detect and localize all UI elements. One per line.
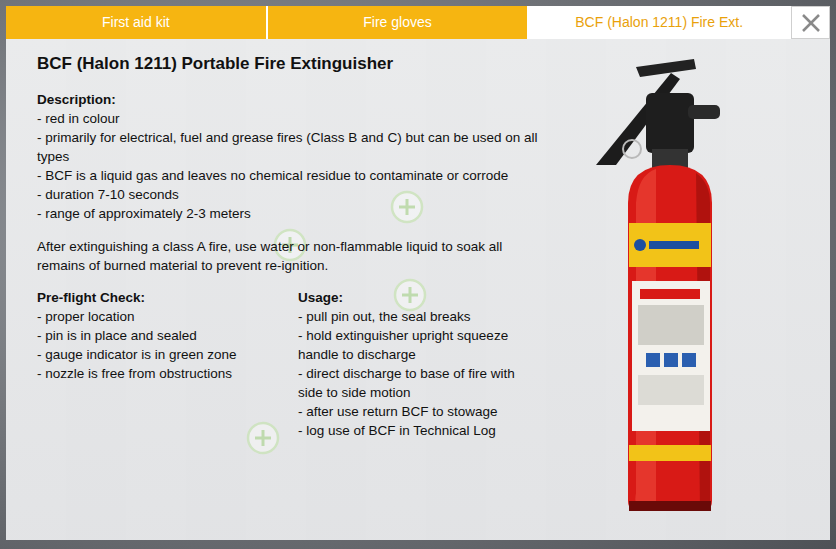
section-heading: Usage: bbox=[298, 288, 538, 307]
tab[interactable]: Fire gloves bbox=[268, 6, 528, 39]
extinguisher-icon bbox=[576, 53, 746, 515]
list-line: - hold extinguisher upright squeeze hand… bbox=[298, 326, 538, 364]
tab[interactable]: First aid kit bbox=[6, 6, 266, 39]
section-heading: Description: bbox=[37, 90, 552, 109]
list-line: - duration 7-10 seconds bbox=[37, 185, 552, 204]
list-line: - BCF is a liquid gas and leaves no chem… bbox=[37, 166, 552, 185]
tab-label: Fire gloves bbox=[363, 12, 431, 33]
list-line: - primarily for electrical, fuel and gre… bbox=[37, 128, 552, 166]
list-line: - gauge indicator is in green zone bbox=[37, 345, 298, 364]
info-text: BCF (Halon 1211) Portable Fire Extinguis… bbox=[37, 53, 552, 530]
hotspot-plus-icon[interactable] bbox=[246, 421, 280, 455]
close-icon bbox=[800, 12, 822, 34]
preflight-section: Pre-flight Check:- proper location- pin … bbox=[37, 288, 298, 383]
hotspot-plus-icon[interactable] bbox=[390, 190, 424, 224]
hotspot-plus-icon[interactable] bbox=[393, 278, 427, 312]
extinguisher-picture bbox=[562, 53, 810, 530]
procedure-columns: Pre-flight Check:- proper location- pin … bbox=[37, 288, 552, 440]
description-section: Description:- red in colour- primarily f… bbox=[37, 90, 552, 223]
tab-bar: First aid kit Fire gloves BCF (Halon 1211)… bbox=[6, 6, 830, 39]
note-paragraph: After extinguishing a class A fire, use … bbox=[37, 237, 552, 275]
list-line: - red in colour bbox=[37, 109, 552, 128]
list-line: - pull pin out, the seal breaks bbox=[298, 307, 538, 326]
preflight-list: - proper location- pin is in place and s… bbox=[37, 307, 298, 383]
section-heading: Pre-flight Check: bbox=[37, 288, 298, 307]
list-line: - proper location bbox=[37, 307, 298, 326]
tab-label: BCF (Halon 1211) Fire Ext. bbox=[575, 12, 743, 33]
usage-section: Usage:- pull pin out, the seal breaks- h… bbox=[298, 288, 538, 440]
page-title: BCF (Halon 1211) Portable Fire Extinguis… bbox=[37, 53, 552, 75]
list-line: - pin is in place and sealed bbox=[37, 326, 298, 345]
usage-list: - pull pin out, the seal breaks- hold ex… bbox=[298, 307, 538, 440]
close-button[interactable] bbox=[791, 6, 830, 39]
list-line: - range of approximately 2-3 meters bbox=[37, 204, 552, 223]
list-line: - nozzle is free from obstructions bbox=[37, 364, 298, 383]
description-list: - red in colour- primarily for electrica… bbox=[37, 109, 552, 223]
list-line: - direct discharge to base of fire with … bbox=[298, 364, 538, 402]
list-line: - log use of BCF in Technical Log bbox=[298, 421, 538, 440]
tab[interactable]: BCF (Halon 1211) Fire Ext. bbox=[529, 6, 789, 39]
tab-label: First aid kit bbox=[102, 12, 170, 33]
preflight-column: Pre-flight Check:- proper location- pin … bbox=[37, 288, 298, 440]
usage-column: Usage:- pull pin out, the seal breaks- h… bbox=[298, 288, 538, 440]
content-panel: BCF (Halon 1211) Portable Fire Extinguis… bbox=[6, 39, 830, 540]
list-line: - after use return BCF to stowage bbox=[298, 402, 538, 421]
